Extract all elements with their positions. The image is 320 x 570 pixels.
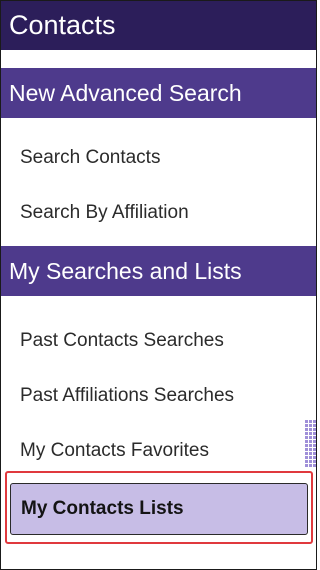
nav-item-search-by-affiliation[interactable]: Search By Affiliation	[1, 193, 301, 233]
contacts-panel: Contacts New Advanced Search Search Cont…	[0, 0, 317, 570]
section-header-new-advanced-search: New Advanced Search	[1, 68, 316, 118]
nav-item-my-contacts-lists[interactable]: My Contacts Lists	[10, 483, 308, 535]
nav-item-search-contacts[interactable]: Search Contacts	[1, 138, 301, 178]
nav-item-my-contacts-favorites[interactable]: My Contacts Favorites	[1, 431, 301, 471]
panel-title: Contacts	[1, 1, 316, 50]
nav-item-past-affiliations-searches[interactable]: Past Affiliations Searches	[1, 376, 301, 416]
nav-item-past-contacts-searches[interactable]: Past Contacts Searches	[1, 321, 301, 361]
section-header-my-searches-and-lists: My Searches and Lists	[1, 246, 316, 296]
grid-pattern-icon	[304, 419, 316, 467]
